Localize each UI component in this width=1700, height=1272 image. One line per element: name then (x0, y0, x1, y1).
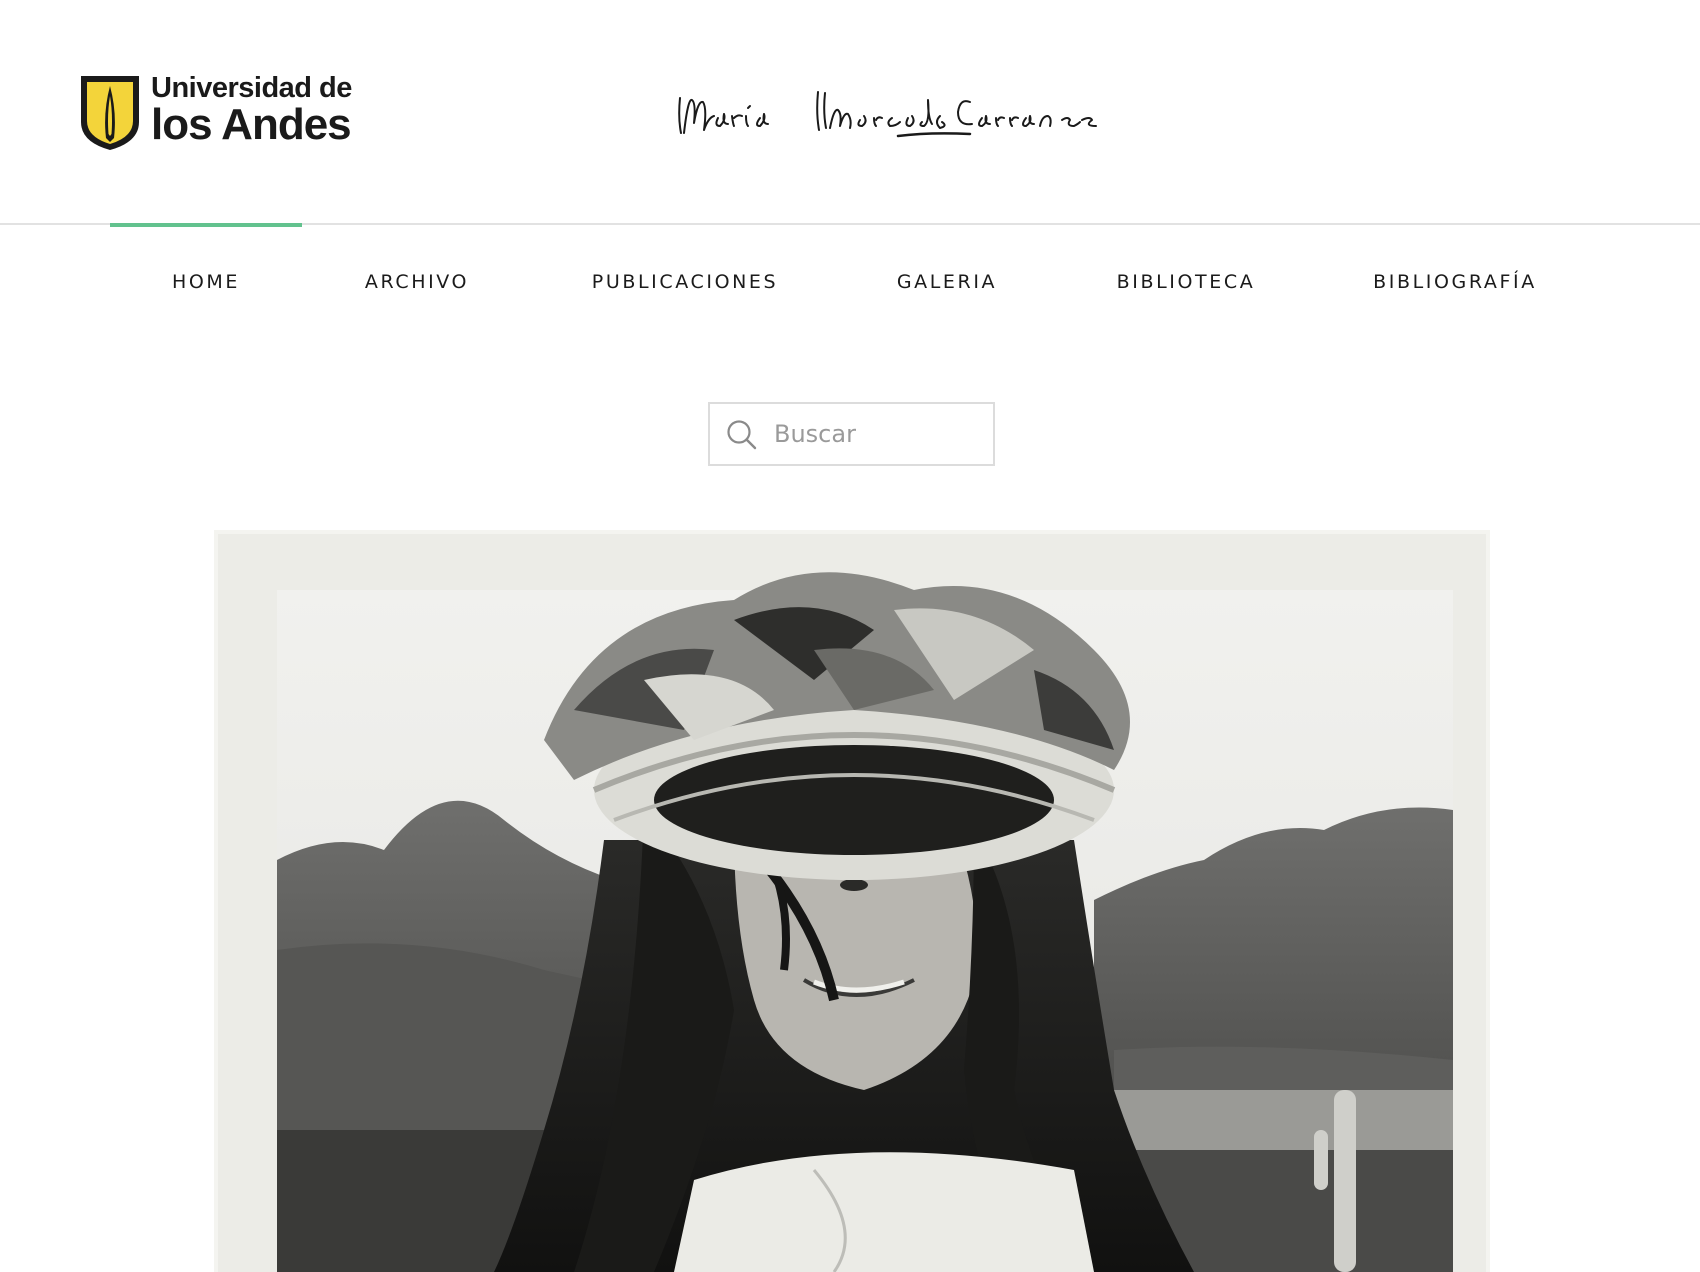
logo-line-1: Universidad de (151, 72, 352, 104)
logo-line-2: los Andes (151, 100, 352, 149)
nav-label-archivo: ARCHIVO (364, 271, 470, 293)
nav-item-publicaciones[interactable]: PUBLICACIONES (580, 225, 790, 325)
nav-label-bibliografia: BIBLIOGRAFÍA (1373, 271, 1537, 293)
main-navigation: HOME ARCHIVO PUBLICACIONES GALERIA BIBLI… (0, 223, 1700, 345)
logo-wordmark: Universidad de los Andes (151, 74, 352, 147)
search-input[interactable] (774, 412, 974, 456)
nav-item-biblioteca[interactable]: BIBLIOTECA (1100, 225, 1272, 325)
shield-icon (81, 76, 139, 150)
hero-photo-image (214, 530, 1490, 1272)
hero-photo (214, 530, 1490, 1272)
nav-label-home: HOME (171, 271, 241, 293)
active-tab-indicator (110, 223, 302, 227)
site-header: Universidad de los Andes (0, 0, 1700, 225)
nav-label-galeria: GALERIA (896, 271, 998, 293)
signature-image (678, 91, 1097, 138)
nav-item-galeria[interactable]: GALERIA (872, 225, 1022, 325)
nav-label-biblioteca: BIBLIOTECA (1116, 271, 1256, 293)
search-box[interactable] (708, 402, 995, 466)
nav-item-archivo[interactable]: ARCHIVO (340, 225, 494, 325)
nav-label-publicaciones: PUBLICACIONES (591, 271, 779, 293)
nav-item-home[interactable]: HOME (110, 223, 302, 325)
search-icon (727, 420, 757, 450)
page: Universidad de los Andes HOME ARCHIVO PU… (0, 0, 1700, 1272)
university-logo[interactable]: Universidad de los Andes (75, 72, 352, 152)
nav-item-bibliografia[interactable]: BIBLIOGRAFÍA (1355, 225, 1555, 325)
